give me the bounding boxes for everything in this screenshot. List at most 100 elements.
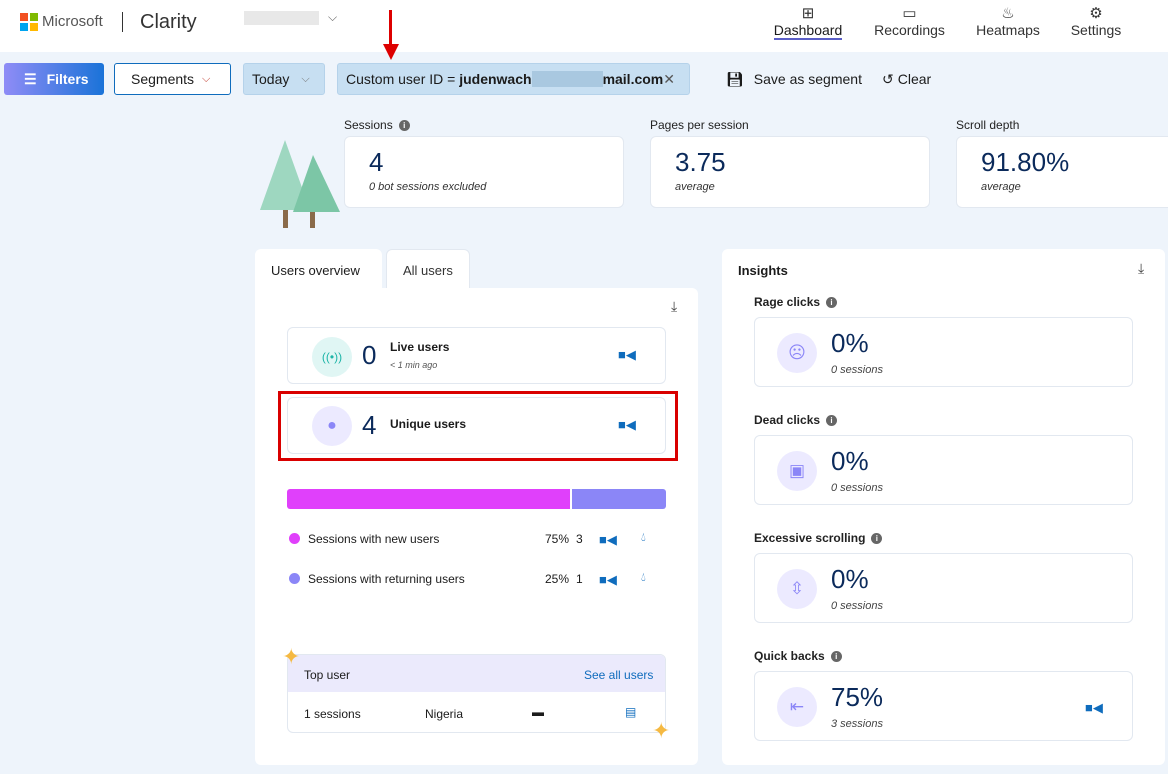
insight-rage-clicks[interactable]: ☹ 0% 0 sessions xyxy=(754,317,1133,387)
info-icon[interactable]: i xyxy=(826,415,838,426)
metric-card-sessions: 4 0 bot sessions excluded xyxy=(344,136,624,208)
info-icon[interactable]: i xyxy=(826,297,838,308)
nav-settings[interactable]: ⚙ Settings xyxy=(1066,0,1126,52)
legend-pct: 25% xyxy=(545,572,570,586)
live-users-card[interactable]: ((•)) 0 Live users < 1 min ago ■◀ xyxy=(287,327,666,384)
chevron-down-icon: ⌵ xyxy=(301,72,310,85)
insight-quick-backs[interactable]: ⇤ 75% 3 sessions ■◀ xyxy=(754,671,1133,741)
video-camera-icon[interactable]: ■◀ xyxy=(1085,700,1103,716)
insight-value: 0% xyxy=(831,564,869,594)
angry-face-icon: ☹ xyxy=(777,333,817,373)
save-segment-button[interactable]: 💾︎ Save as segment xyxy=(712,63,876,95)
metric-sub: 0 bot sessions excluded xyxy=(369,181,487,193)
legend-dot xyxy=(289,573,300,584)
video-camera-icon[interactable]: ■◀ xyxy=(599,572,617,588)
metric-card-pages: 3.75 average xyxy=(650,136,930,208)
save-icon: 💾︎ xyxy=(726,70,744,87)
annotation-arrow-head xyxy=(383,44,399,60)
metric-label-pages: Pages per session xyxy=(650,118,749,132)
video-camera-icon[interactable]: ■◀ xyxy=(618,347,636,363)
dead-click-icon: ▣ xyxy=(777,451,817,491)
nav-dashboard[interactable]: ⊞ Dashboard xyxy=(770,0,846,52)
info-icon[interactable]: i xyxy=(830,651,842,662)
insight-label: Rage clicks xyxy=(754,295,821,309)
divider xyxy=(122,12,123,32)
id-card-icon[interactable]: ▤ xyxy=(625,705,636,719)
unique-users-label: Unique users xyxy=(390,417,467,431)
tab-all-users[interactable]: All users xyxy=(386,249,470,289)
nav-recordings[interactable]: ▭ Recordings xyxy=(872,0,947,52)
nav-heatmaps[interactable]: ♨ Heatmaps xyxy=(972,0,1044,52)
new-users-bar xyxy=(287,489,570,509)
unique-users-count: 4 xyxy=(362,410,377,440)
info-icon[interactable]: i xyxy=(871,533,883,544)
see-all-users-link[interactable]: See all users xyxy=(584,668,653,682)
insight-value: 0% xyxy=(831,446,869,476)
date-dropdown[interactable]: Today ⌵ xyxy=(243,63,325,95)
users-split-bar xyxy=(287,489,666,509)
tree-illustration xyxy=(255,140,345,230)
video-icon: ▭ xyxy=(902,5,917,22)
filter-chip[interactable]: Custom user ID = judenwach mail.com ✕ xyxy=(337,63,690,95)
heatmap-icon[interactable]: 💧︎ xyxy=(641,570,646,585)
legend-pct: 75% xyxy=(545,532,570,546)
metric-value: 91.80% xyxy=(981,147,1070,177)
metric-value: 3.75 xyxy=(675,147,726,177)
legend-count: 3 xyxy=(576,532,583,546)
filter-icon: ☰ xyxy=(24,70,37,87)
legend-dot xyxy=(289,533,300,544)
segments-dropdown[interactable]: Segments ⌵ xyxy=(114,63,231,95)
heatmap-icon[interactable]: 💧︎ xyxy=(641,530,646,545)
download-icon[interactable]: ⤓ xyxy=(671,298,677,315)
live-users-sub: < 1 min ago xyxy=(390,360,438,370)
microsoft-logo-icon xyxy=(20,13,38,31)
video-camera-icon[interactable]: ■◀ xyxy=(618,417,636,433)
legend-label: Sessions with new users xyxy=(308,532,440,546)
legend-count: 1 xyxy=(576,572,583,586)
unique-users-card[interactable]: ● 4 Unique users ■◀ xyxy=(287,397,666,454)
project-selector-redacted[interactable] xyxy=(244,11,319,25)
chevron-down-icon[interactable]: ⌵ xyxy=(328,10,337,25)
annotation-arrow xyxy=(389,10,392,46)
top-user-country: Nigeria xyxy=(425,707,464,721)
undo-icon: ↺ xyxy=(882,70,894,87)
filters-button[interactable]: ☰ Filters xyxy=(4,63,104,95)
sparkle-icon: ✦ xyxy=(652,718,671,743)
live-users-label: Live users xyxy=(390,340,450,354)
chevron-down-icon: ⌵ xyxy=(202,72,211,85)
desktop-icon: ▬ xyxy=(532,705,544,719)
tab-users-overview[interactable]: Users overview xyxy=(255,249,382,289)
insight-label: Excessive scrolling xyxy=(754,531,866,545)
metric-label-scroll: Scroll depth xyxy=(956,118,1020,132)
clear-button[interactable]: ↺ Clear xyxy=(868,63,945,95)
insight-sub: 3 sessions xyxy=(831,718,883,730)
insight-dead-clicks[interactable]: ▣ 0% 0 sessions xyxy=(754,435,1133,505)
legend-label: Sessions with returning users xyxy=(308,572,465,586)
insight-sub: 0 sessions xyxy=(831,364,883,376)
live-users-count: 0 xyxy=(362,340,377,370)
broadcast-icon: ((•)) xyxy=(312,337,352,377)
insight-excessive-scrolling[interactable]: ⇳ 0% 0 sessions xyxy=(754,553,1133,623)
download-icon[interactable]: ⤓ xyxy=(1138,260,1144,277)
insight-label: Dead clicks xyxy=(754,413,821,427)
returning-users-bar xyxy=(571,489,666,509)
info-icon[interactable]: i xyxy=(398,120,410,131)
gear-icon: ⚙ xyxy=(1089,5,1103,22)
metric-card-scroll: 91.80% average xyxy=(956,136,1168,208)
top-user-sessions: 1 sessions xyxy=(304,707,361,721)
metric-sub: average xyxy=(981,181,1021,193)
insights-title: Insights xyxy=(738,263,788,278)
sparkle-icon: ✦ xyxy=(282,644,301,669)
brand-name: Microsoft xyxy=(42,13,103,30)
scroll-icon: ⇳ xyxy=(777,569,817,609)
insight-label: Quick backs xyxy=(754,649,825,663)
flame-icon: ♨ xyxy=(1001,5,1015,22)
metric-value: 4 xyxy=(369,147,384,177)
top-user-title: Top user xyxy=(304,668,351,682)
product-name: Clarity xyxy=(140,11,197,33)
close-icon[interactable]: ✕ xyxy=(663,71,675,88)
video-camera-icon[interactable]: ■◀ xyxy=(599,532,617,548)
insight-value: 75% xyxy=(831,682,884,712)
dashboard-icon: ⊞ xyxy=(801,5,815,22)
redacted-text xyxy=(531,71,603,87)
